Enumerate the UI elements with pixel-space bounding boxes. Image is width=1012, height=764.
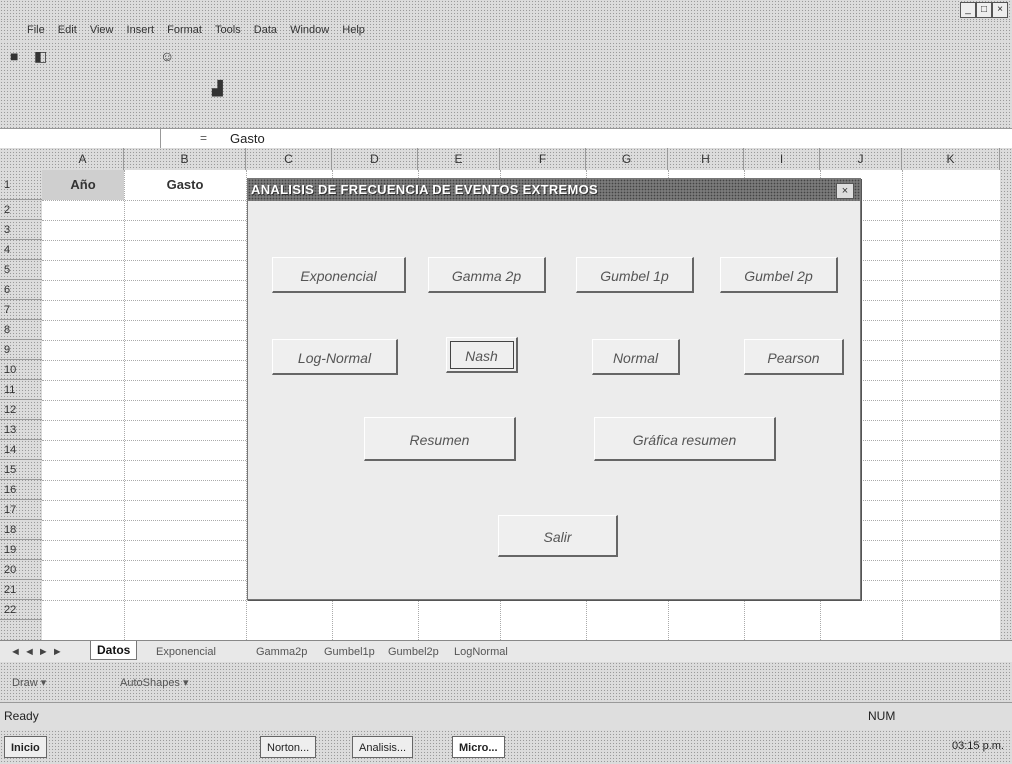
row-headers: 1 2 3 4 5 6 7 8 9 10 11 12 13 14 15 16 1… xyxy=(0,170,42,640)
status-num: NUM xyxy=(868,709,896,723)
dialog-title: ANALISIS DE FRECUENCIA DE EVENTOS EXTREM… xyxy=(248,179,860,201)
save-icon[interactable]: ■ xyxy=(10,48,18,64)
sheet-tab-gamma2p[interactable]: Gamma2p xyxy=(250,643,313,661)
menu-edit[interactable]: Edit xyxy=(53,20,82,40)
row-header[interactable]: 17 xyxy=(0,500,42,520)
sheet-tab-datos[interactable]: Datos xyxy=(90,641,138,660)
column-header[interactable]: J xyxy=(820,148,902,170)
cell-b1[interactable]: Gasto xyxy=(124,170,246,200)
draw-menu[interactable]: Draw ▾ xyxy=(6,674,52,692)
nash-button[interactable]: Nash xyxy=(446,337,518,373)
column-header[interactable]: F xyxy=(500,148,586,170)
row-header[interactable]: 2 xyxy=(0,200,42,220)
row-header[interactable]: 20 xyxy=(0,560,42,580)
resumen-button[interactable]: Resumen xyxy=(364,417,516,461)
grid-line xyxy=(124,170,125,640)
row-header[interactable]: 1 xyxy=(0,170,42,200)
row-header[interactable]: 13 xyxy=(0,420,42,440)
row-header[interactable]: 11 xyxy=(0,380,42,400)
salir-button[interactable]: Salir xyxy=(498,515,618,557)
formula-bar: = Gasto xyxy=(0,128,1012,150)
column-header[interactable]: I xyxy=(744,148,820,170)
frequency-analysis-dialog: ANALISIS DE FRECUENCIA DE EVENTOS EXTREM… xyxy=(247,178,861,600)
row-header[interactable]: 4 xyxy=(0,240,42,260)
title-bar: _ □ × xyxy=(0,0,1012,20)
status-ready: Ready xyxy=(4,709,39,723)
status-bar: Ready NUM xyxy=(0,702,1012,731)
column-header[interactable]: K xyxy=(902,148,1000,170)
sheet-tab-gumbel2p[interactable]: Gumbel2p xyxy=(382,643,445,661)
formula-input[interactable]: Gasto xyxy=(230,131,265,146)
sheet-tab-exponencial[interactable]: Exponencial xyxy=(150,643,222,661)
exponencial-button[interactable]: Exponencial xyxy=(272,257,406,293)
log-normal-button[interactable]: Log-Normal xyxy=(272,339,398,375)
column-header[interactable]: H xyxy=(668,148,744,170)
row-header[interactable]: 5 xyxy=(0,260,42,280)
row-header[interactable]: 18 xyxy=(0,520,42,540)
menu-tools[interactable]: Tools xyxy=(210,20,246,40)
row-header[interactable]: 21 xyxy=(0,580,42,600)
sheet-tab-bar: ◄ ◄ ► ► Datos Exponencial Gamma2p Gumbel… xyxy=(0,640,1012,663)
menu-format[interactable]: Format xyxy=(162,20,207,40)
dialog-close-button[interactable]: × xyxy=(836,183,854,199)
autoshapes-menu[interactable]: AutoShapes ▾ xyxy=(114,674,195,692)
chart-icon[interactable]: ▟ xyxy=(212,80,223,97)
gumbel-2p-button[interactable]: Gumbel 2p xyxy=(720,257,838,293)
column-headers: A B C D E F G H I J K xyxy=(0,148,1000,170)
column-header[interactable]: G xyxy=(586,148,668,170)
row-header[interactable]: 19 xyxy=(0,540,42,560)
row-header[interactable]: 14 xyxy=(0,440,42,460)
row-header[interactable]: 9 xyxy=(0,340,42,360)
row-header[interactable]: 22 xyxy=(0,600,42,620)
menu-view[interactable]: View xyxy=(85,20,119,40)
row-header[interactable]: 16 xyxy=(0,480,42,500)
column-header[interactable]: D xyxy=(332,148,418,170)
taskbar-micro[interactable]: Micro... xyxy=(452,736,505,758)
sheet-tab-gumbel1p[interactable]: Gumbel1p xyxy=(318,643,381,661)
pearson-button[interactable]: Pearson xyxy=(744,339,844,375)
menu-file[interactable]: File xyxy=(22,20,50,40)
drawing-toolbar: Draw ▾ AutoShapes ▾ xyxy=(0,662,1012,702)
row-header[interactable]: 7 xyxy=(0,300,42,320)
row-header[interactable]: 8 xyxy=(0,320,42,340)
row-header[interactable]: 6 xyxy=(0,280,42,300)
gamma-2p-button[interactable]: Gamma 2p xyxy=(428,257,546,293)
grid-line xyxy=(42,600,1000,601)
row-header[interactable]: 3 xyxy=(0,220,42,240)
grafica-resumen-button[interactable]: Gráfica resumen xyxy=(594,417,776,461)
taskbar-norton[interactable]: Norton... xyxy=(260,736,317,758)
menu-bar: File Edit View Insert Format Tools Data … xyxy=(0,20,1012,42)
sheet-tab-lognormal[interactable]: LogNormal xyxy=(448,643,514,661)
gumbel-1p-button[interactable]: Gumbel 1p xyxy=(576,257,694,293)
column-header[interactable]: B xyxy=(124,148,246,170)
cell-a1[interactable]: Año xyxy=(42,170,124,200)
start-button[interactable]: Inicio xyxy=(4,736,47,758)
tab-scroll-arrows[interactable]: ◄ ◄ ► ► xyxy=(4,643,69,661)
close-window-button[interactable]: × xyxy=(992,2,1008,18)
taskbar-clock: 03:15 p.m. xyxy=(952,740,1004,752)
vertical-scrollbar[interactable] xyxy=(1000,148,1012,640)
row-header[interactable]: 10 xyxy=(0,360,42,380)
minimize-button[interactable]: _ xyxy=(960,2,976,18)
menu-insert[interactable]: Insert xyxy=(122,20,160,40)
menu-window[interactable]: Window xyxy=(285,20,334,40)
row-header[interactable]: 15 xyxy=(0,460,42,480)
name-box[interactable] xyxy=(0,129,161,148)
maximize-button[interactable]: □ xyxy=(976,2,992,18)
normal-button[interactable]: Normal xyxy=(592,339,680,375)
formula-equals: = xyxy=(200,131,208,145)
column-header[interactable]: C xyxy=(246,148,332,170)
menu-data[interactable]: Data xyxy=(249,20,282,40)
menu-help[interactable]: Help xyxy=(337,20,370,40)
column-header[interactable]: E xyxy=(418,148,500,170)
windows-taskbar: Inicio Norton... Analisis... Micro... 03… xyxy=(0,730,1012,764)
grid-line xyxy=(902,170,903,640)
print-preview-icon[interactable]: ◧ xyxy=(34,48,47,65)
row-header[interactable]: 12 xyxy=(0,400,42,420)
taskbar-analisis[interactable]: Analisis... xyxy=(352,736,414,758)
standard-toolbar: ■ ◧ ☺ xyxy=(0,42,1012,72)
smiley-icon[interactable]: ☺ xyxy=(160,48,174,64)
formatting-toolbar: ▟ xyxy=(0,72,1012,128)
column-header[interactable]: A xyxy=(42,148,124,170)
